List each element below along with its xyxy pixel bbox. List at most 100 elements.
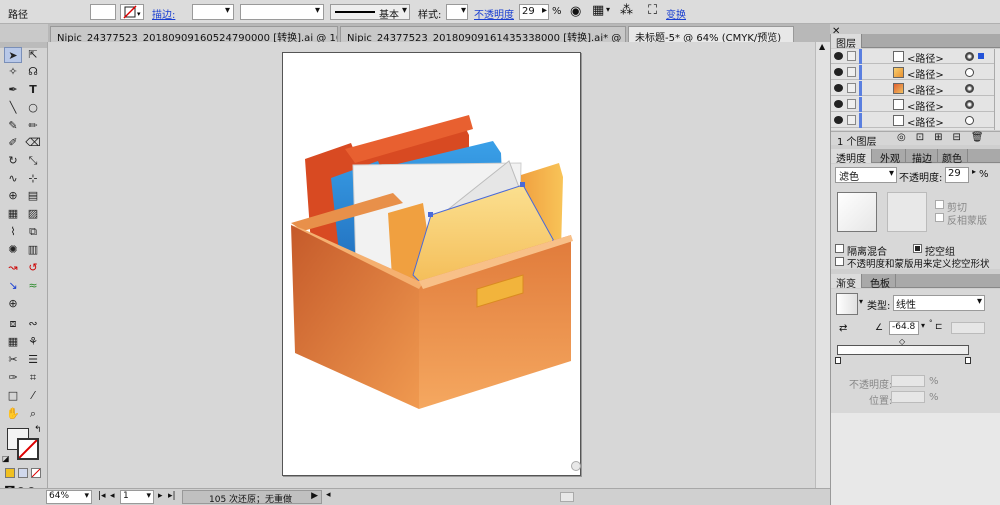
stroke-link[interactable]: 描边: <box>152 6 175 21</box>
pen-tool-icon[interactable]: ✒ <box>4 82 22 98</box>
knockout-group-checkbox[interactable] <box>913 244 922 253</box>
lock-toggle[interactable] <box>847 51 856 61</box>
perspective-grid-icon[interactable]: ▤ <box>24 188 42 204</box>
gradient-type-select[interactable]: 线性 ▾ <box>893 295 985 311</box>
gradient-swatch[interactable] <box>836 293 858 315</box>
stop-opacity-field[interactable] <box>891 375 925 387</box>
prev-page-icon[interactable]: ◂ <box>110 491 115 501</box>
magic-wand-icon[interactable]: ✧ <box>4 64 22 80</box>
tab-document-active[interactable]: 未标题-5* @ 64% (CMYK/预览) <box>628 26 794 42</box>
color-mode-icon[interactable] <box>5 468 15 478</box>
chevron-down-icon[interactable]: ▾ <box>859 297 863 306</box>
target-icon[interactable] <box>965 84 974 93</box>
target-icon[interactable] <box>965 52 974 61</box>
scissor-tool-icon[interactable]: ⁄ <box>24 388 42 404</box>
layer-actions-icons[interactable]: ◎⊡⊞⊟🗑 <box>897 132 994 143</box>
blob-brush-icon[interactable]: ✐ <box>4 135 22 151</box>
layers-scrollbar[interactable] <box>994 49 1000 130</box>
globe-tool-icon[interactable]: ⊕ <box>4 296 22 312</box>
location-field[interactable] <box>891 391 925 403</box>
lock-toggle[interactable] <box>847 115 856 125</box>
artboard[interactable] <box>282 52 581 476</box>
horizontal-scroll-thumb[interactable] <box>560 492 574 502</box>
blend-mode-select[interactable]: 滤色 ▾ <box>835 167 897 183</box>
ellipse-tool-icon[interactable]: ○ <box>24 100 42 116</box>
layer-row[interactable]: <路径> <box>831 65 997 81</box>
lasso-icon[interactable]: ☊ <box>24 64 42 80</box>
none-mode-icon[interactable] <box>31 468 41 478</box>
target-icon[interactable] <box>965 100 974 109</box>
line-tool-icon[interactable]: ╲ <box>4 100 22 116</box>
opacity-field[interactable]: 29 <box>945 167 969 183</box>
tab-layers[interactable]: 图层 <box>831 34 862 50</box>
eyedropper-icon[interactable]: ⌇ <box>4 224 22 240</box>
swap-icon[interactable]: ↰ <box>34 425 42 435</box>
live-paint-icon[interactable]: ⚘ <box>24 334 42 350</box>
next-page-icon[interactable]: ▸ <box>158 491 163 501</box>
define-knockout-checkbox[interactable] <box>835 257 844 266</box>
mask-thumbnail[interactable] <box>887 192 927 232</box>
reverse-gradient-icon[interactable]: ⇄ <box>839 323 847 334</box>
gradient-slider[interactable] <box>837 345 969 355</box>
tab-gradient[interactable]: 渐变 <box>831 274 862 290</box>
eye-icon[interactable] <box>834 100 843 108</box>
scroll-left-icon[interactable]: ◂ <box>326 490 331 500</box>
tab-swatches[interactable]: 色板 <box>865 274 896 290</box>
smooth-tool-icon[interactable]: ≈ <box>24 278 42 294</box>
gradient-stop-end[interactable] <box>965 357 971 364</box>
reshape-icon[interactable]: ↺ <box>24 260 42 276</box>
aspect-ratio-field[interactable] <box>951 322 985 334</box>
eye-icon[interactable] <box>834 68 843 76</box>
measure-icon[interactable]: ⌗ <box>24 370 42 386</box>
mesh-tool-icon[interactable]: ▦ <box>4 206 22 222</box>
rotate-tool-icon[interactable]: ↻ <box>4 153 22 169</box>
width-tool-icon[interactable]: ↝ <box>4 260 22 276</box>
first-page-icon[interactable]: |◂ <box>98 491 106 501</box>
gradient-tool-icon[interactable]: ▨ <box>24 206 42 222</box>
zoom-select[interactable]: 64% ▾ <box>46 490 92 504</box>
warp-tool-icon[interactable]: ∿ <box>4 171 22 187</box>
stroke-swatch[interactable] <box>17 438 39 460</box>
chevron-down-icon[interactable]: ▾ <box>606 5 610 14</box>
direct-selection-tool-icon[interactable]: ⇱ <box>24 47 42 63</box>
eye-icon[interactable] <box>834 116 843 124</box>
target-icon[interactable] <box>965 116 974 125</box>
eye-icon[interactable] <box>834 52 843 60</box>
blend-tool-icon[interactable]: ⧉ <box>24 224 42 240</box>
clip-checkbox[interactable] <box>935 200 944 209</box>
vertical-scrollbar[interactable]: ▲ <box>815 42 830 488</box>
tab-document-2[interactable]: Nipic_24377523_20180909161435338000 [转换]… <box>340 26 626 42</box>
chevron-right-icon[interactable]: ▸ <box>972 167 976 176</box>
layer-row[interactable]: <路径> <box>831 81 997 97</box>
invert-mask-checkbox[interactable] <box>935 213 944 222</box>
layer-row[interactable]: <路径> <box>831 97 997 113</box>
eyedropper-2-icon[interactable]: ✑ <box>4 370 22 386</box>
target-icon[interactable] <box>965 68 974 77</box>
align-icon[interactable]: ▦ <box>592 3 604 18</box>
scale-tool-icon[interactable]: ⤡ <box>24 153 42 169</box>
default-colors-icon[interactable]: ◪ <box>2 454 10 463</box>
zoom-tool-icon[interactable]: ⌕ <box>24 406 42 422</box>
slice-tool-icon[interactable]: ∾ <box>24 316 42 332</box>
chevron-up-icon[interactable]: ▲ <box>819 42 825 51</box>
fit-icon[interactable]: ⛶ <box>648 3 657 18</box>
opacity-field[interactable]: 29 ▸ <box>519 4 549 20</box>
stroke-color-swatch[interactable]: ▾ <box>120 4 144 20</box>
selection-tool-icon[interactable]: ➤ <box>4 47 22 63</box>
tab-color[interactable]: 颜色 <box>937 149 968 165</box>
shape-builder-icon[interactable]: ⊕ <box>4 188 22 204</box>
tab-appearance[interactable]: 外观 <box>875 149 906 165</box>
status-info[interactable]: 105 次还原；无重做 ▶ <box>182 490 322 505</box>
lock-toggle[interactable] <box>847 67 856 77</box>
chevron-down-icon[interactable]: ▾ <box>921 321 925 330</box>
anchor-point[interactable] <box>428 212 433 217</box>
symbol-sprayer-icon[interactable]: ✺ <box>4 242 22 258</box>
knife-icon[interactable]: ☰ <box>24 352 42 368</box>
opacity-link[interactable]: 不透明度 <box>474 6 514 21</box>
layer-row[interactable]: <路径> <box>831 113 997 129</box>
lock-toggle[interactable] <box>847 83 856 93</box>
angle-field[interactable]: -64.8 <box>889 321 919 335</box>
graph-tool-icon[interactable]: ▥ <box>24 242 42 258</box>
brush-definition[interactable]: 基本 ▾ <box>330 4 410 21</box>
graphic-style-swatch[interactable]: ▾ <box>446 4 468 20</box>
